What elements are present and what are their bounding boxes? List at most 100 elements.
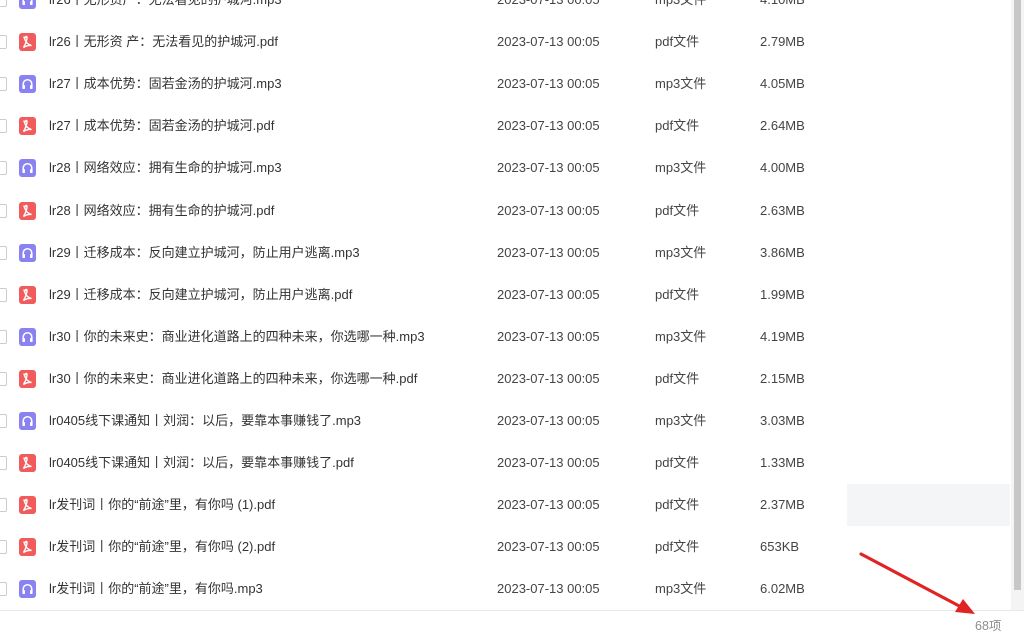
file-type: pdf文件 (655, 286, 700, 302)
file-row[interactable]: lr29丨迁移成本：反向建立护城河，防止用户逃离.mp3 2023-07-13 0… (0, 232, 1010, 274)
row-checkbox[interactable] (0, 540, 7, 555)
file-name: lr26丨无形资产：无法看见的护城河.mp3 (49, 0, 282, 21)
file-row[interactable]: lr28丨网络效应：拥有生命的护城河.pdf 2023-07-13 00:05 pd… (0, 190, 1010, 232)
file-row[interactable]: lr26丨无形资 产：无法看见的护城河.pdf 2023-07-13 00:05 p… (0, 21, 1010, 63)
file-size: 6.02MB (760, 581, 805, 597)
file-type: pdf文件 (655, 202, 700, 218)
file-type: mp3文件 (655, 413, 707, 428)
row-checkbox[interactable] (0, 35, 7, 50)
file-type: mp3文件 (655, 76, 707, 92)
file-size: 2.64MB (760, 118, 805, 134)
file-type: mp3文件 (655, 160, 707, 176)
pdf-file-icon (19, 285, 36, 304)
pdf-file-icon (19, 117, 36, 136)
file-row[interactable]: lr29丨迁移成本：反向建立护城河，防止用户逃离.pdf 2023-07-13 0… (0, 274, 1010, 316)
file-name: lr27丨成本优势：固若金汤的护城河.pdf (49, 118, 275, 134)
row-checkbox[interactable] (0, 119, 7, 134)
file-size: 4.19MB (760, 328, 805, 344)
modified-date: 2023-07-13 00:05 (497, 497, 600, 513)
file-row[interactable]: lr28丨网络效应：拥有生命的护城河.mp3 2023-07-13 00:05 mp… (0, 147, 1010, 189)
modified-date: 2023-07-13 00:05 (497, 34, 600, 50)
pdf-file-icon (19, 369, 36, 388)
pdf-file-icon (19, 538, 36, 557)
file-row[interactable]: lr27丨成本优势：固若金汤的护城河.pdf 2023-07-13 00:05 pd… (0, 105, 1010, 147)
pdf-file-icon (19, 201, 36, 220)
row-checkbox[interactable] (0, 77, 7, 92)
file-name: lr26丨无形资 产：无法看见的护城河.pdf (49, 34, 278, 50)
row-checkbox[interactable] (0, 161, 7, 176)
file-type: pdf文件 (655, 497, 700, 513)
file-type: pdf文件 (655, 118, 700, 134)
mp3-file-icon (19, 243, 36, 262)
modified-date: 2023-07-13 00:05 (497, 0, 600, 21)
file-row[interactable]: lr0405线下课通知丨刘润：以后，要靠本事赚钱了.mp3 2023-07-13 … (0, 400, 1010, 442)
file-name: lr29丨迁移成本：反向建立护城河，防止用户逃离.mp3 (49, 244, 360, 260)
file-name: lr27丨成本优势：固若金汤的护城河.mp3 (49, 76, 282, 92)
file-row[interactable]: lr27丨成本优势：固若金汤的护城河.mp3 2023-07-13 00:05 mp… (0, 63, 1010, 105)
file-row[interactable]: lr发刊词丨你的“前途”里，有你吗 (1).pdf 2023-07-13 00:0… (0, 484, 1010, 527)
modified-date: 2023-07-13 00:05 (497, 413, 600, 428)
mp3-file-icon (19, 412, 36, 430)
file-name: lr30丨你的未来史：商业进化道路上的四种未来，你选哪一种.pdf (49, 370, 418, 386)
file-name: lr发刊词丨你的“前途”里，有你吗 (2).pdf (49, 539, 276, 555)
row-checkbox[interactable] (0, 498, 7, 513)
pdf-file-icon (19, 33, 36, 52)
file-row[interactable]: lr发刊词丨你的“前途”里，有你吗.mp3 2023-07-13 00:05 mp3… (0, 568, 1010, 610)
file-row[interactable]: lr26丨无形资产：无法看见的护城河.mp3 2023-07-13 00:05 mp… (0, 0, 1010, 21)
file-row[interactable]: lr30丨你的未来史：商业进化道路上的四种未来，你选哪一种.mp3 2023-07… (0, 316, 1010, 358)
file-name: lr0405线下课通知丨刘润：以后，要靠本事赚钱了.mp3 (49, 413, 362, 428)
footer-divider (0, 610, 1024, 611)
file-type: pdf文件 (655, 539, 700, 555)
file-name: lr29丨迁移成本：反向建立护城河，防止用户逃离.pdf (49, 286, 353, 302)
file-row[interactable]: lr发刊词丨你的“前途”里，有你吗 (2).pdf 2023-07-13 00:0… (0, 526, 1010, 568)
file-type: mp3文件 (655, 244, 707, 260)
modified-date: 2023-07-13 00:05 (497, 370, 600, 386)
file-name: lr发刊词丨你的“前途”里，有你吗.mp3 (49, 581, 263, 597)
row-checkbox[interactable] (0, 371, 7, 386)
file-row[interactable]: lr30丨你的未来史：商业进化道路上的四种未来，你选哪一种.pdf 2023-07… (0, 358, 1010, 400)
modified-date: 2023-07-13 00:05 (497, 455, 600, 471)
file-size: 2.37MB (760, 497, 805, 513)
mp3-file-icon (19, 580, 36, 599)
row-checkbox[interactable] (0, 287, 7, 302)
file-list-page: lr26丨无形资产：无法看见的护城河.mp3 2023-07-13 00:05 mp… (0, 0, 1024, 644)
modified-date: 2023-07-13 00:05 (497, 581, 600, 597)
modified-date: 2023-07-13 00:05 (497, 244, 600, 260)
row-checkbox[interactable] (0, 582, 7, 597)
file-type: pdf文件 (655, 34, 700, 50)
file-type: mp3文件 (655, 581, 707, 597)
modified-date: 2023-07-13 00:05 (497, 76, 600, 92)
row-checkbox[interactable] (0, 414, 7, 428)
file-size: 4.05MB (760, 76, 805, 92)
file-name: lr28丨网络效应：拥有生命的护城河.mp3 (49, 160, 282, 176)
pdf-file-icon (19, 454, 36, 473)
file-type: mp3文件 (655, 328, 707, 344)
file-size: 2.15MB (760, 370, 805, 386)
scrollbar-thumb[interactable] (1014, 0, 1021, 590)
row-checkbox[interactable] (0, 0, 7, 7)
row-checkbox[interactable] (0, 456, 7, 471)
row-checkbox[interactable] (0, 329, 7, 344)
file-size: 4.10MB (760, 0, 805, 21)
file-size: 3.03MB (760, 413, 805, 428)
row-checkbox[interactable] (0, 203, 7, 218)
file-row[interactable]: lr0405线下课通知丨刘润：以后，要靠本事赚钱了.pdf 2023-07-13 … (0, 442, 1010, 484)
modified-date: 2023-07-13 00:05 (497, 539, 600, 555)
file-size: 4.00MB (760, 160, 805, 176)
file-type: mp3文件 (655, 0, 706, 21)
mp3-file-icon (19, 0, 36, 9)
pdf-file-icon (19, 496, 36, 515)
file-type: pdf文件 (655, 455, 700, 471)
file-size: 2.79MB (760, 34, 805, 50)
file-list: lr26丨无形资产：无法看见的护城河.mp3 2023-07-13 00:05 mp… (0, 0, 1010, 610)
mp3-file-icon (19, 75, 36, 94)
file-name: lr0405线下课通知丨刘润：以后，要靠本事赚钱了.pdf (49, 455, 354, 471)
file-name: lr发刊词丨你的“前途”里，有你吗 (1).pdf (49, 497, 276, 513)
file-size: 2.63MB (760, 202, 805, 218)
mp3-file-icon (19, 327, 36, 346)
file-type: pdf文件 (655, 370, 700, 386)
file-size: 1.33MB (760, 455, 805, 471)
row-checkbox[interactable] (0, 245, 7, 260)
modified-date: 2023-07-13 00:05 (497, 202, 600, 218)
file-size: 1.99MB (760, 286, 805, 302)
